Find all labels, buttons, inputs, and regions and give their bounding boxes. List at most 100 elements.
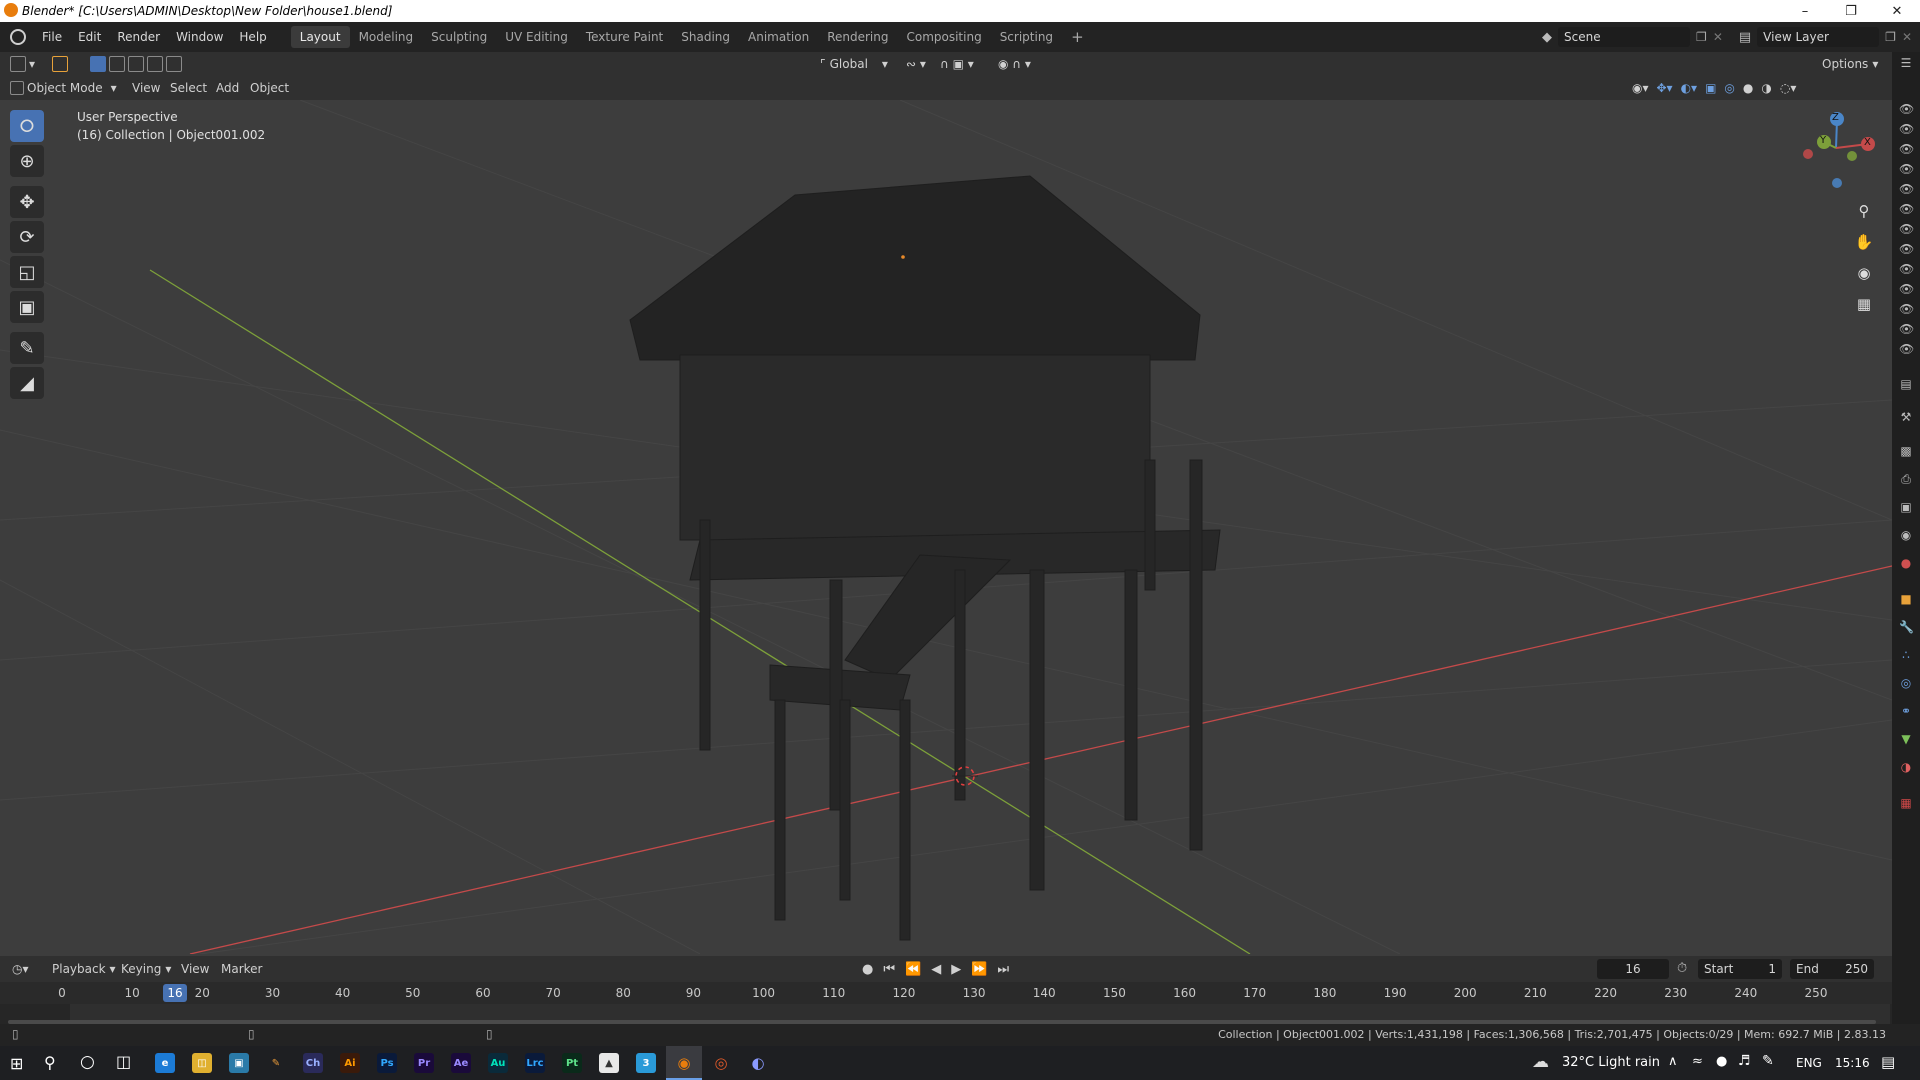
visibility-eye-icon[interactable]: 👁 — [1899, 182, 1914, 196]
move-tool[interactable]: ✥ — [10, 186, 44, 218]
measure-tool[interactable]: ◢ — [10, 367, 44, 399]
wifi-icon[interactable]: ≈ — [1692, 1054, 1703, 1069]
select-extend-icon[interactable] — [109, 56, 125, 72]
taskbar-app-au[interactable]: Au — [488, 1053, 508, 1073]
visibility-eye-icon[interactable]: 👁 — [1899, 102, 1914, 116]
visibility-eye-icon[interactable]: 👁 — [1899, 342, 1914, 356]
chevron-up-icon[interactable]: ∧ — [1668, 1054, 1678, 1069]
editor-type-button[interactable]: ▾ — [10, 54, 35, 74]
menu-render[interactable]: Render — [109, 30, 168, 44]
modifier-properties-icon[interactable]: 🔧 — [1899, 620, 1914, 634]
overlay-toggle-icon[interactable]: ◐▾ — [1681, 81, 1698, 95]
zoom-icon[interactable]: ⚲ — [1854, 196, 1874, 227]
tool-properties-icon[interactable]: ⚒ — [1899, 410, 1913, 424]
scale-tool[interactable]: ◱ — [10, 256, 44, 288]
data-properties-icon[interactable]: ▼ — [1899, 732, 1913, 746]
tab-uv-editing[interactable]: UV Editing — [496, 26, 577, 48]
photos-app-icon[interactable]: ▣ — [229, 1053, 249, 1073]
view-layer-properties-icon[interactable]: ▣ — [1899, 500, 1913, 514]
blender-menu-icon[interactable] — [10, 29, 26, 45]
tab-modeling[interactable]: Modeling — [350, 26, 423, 48]
close-button[interactable]: ✕ — [1874, 4, 1920, 19]
timeline-menu-marker[interactable]: Marker — [221, 959, 262, 979]
weather-text[interactable]: 32°C Light rain — [1562, 1055, 1660, 1070]
menu-edit[interactable]: Edit — [70, 30, 109, 44]
jump-start-icon[interactable]: ⏮ — [883, 962, 895, 977]
tab-layout[interactable]: Layout — [290, 26, 350, 48]
stopwatch-icon[interactable]: ⏱ — [1677, 961, 1687, 976]
navigation-gizmo[interactable] — [1803, 112, 1875, 188]
visibility-icon[interactable]: ◉▾ — [1632, 81, 1649, 95]
viewport-menu-view[interactable]: View — [132, 78, 160, 98]
app-icon-orange[interactable]: ◎ — [711, 1053, 731, 1073]
taskbar-app-pr[interactable]: Pr — [414, 1053, 434, 1073]
visibility-eye-icon[interactable]: 👁 — [1899, 202, 1914, 216]
taskbar-app-lrc[interactable]: Lrc — [525, 1053, 545, 1073]
visibility-eye-icon[interactable]: 👁 — [1899, 162, 1914, 176]
outliner-icon[interactable]: ☰ — [1899, 56, 1913, 70]
viewport-menu-add[interactable]: Add — [216, 78, 239, 98]
grid-view-icon[interactable]: ▦ — [1854, 289, 1874, 320]
timeline-menu-playback[interactable]: Playback ▾ — [52, 959, 116, 979]
pan-hand-icon[interactable]: ✋ — [1854, 227, 1874, 258]
taskbar-app-ch[interactable]: Ch — [303, 1053, 323, 1073]
camera-icon[interactable]: ◉ — [1854, 258, 1874, 289]
transform-tool[interactable]: ▣ — [10, 291, 44, 323]
taskbar-app-ae[interactable]: Ae — [451, 1053, 471, 1073]
edge-browser-icon[interactable]: e — [155, 1053, 175, 1073]
tab-shading[interactable]: Shading — [672, 26, 739, 48]
timeline-menu-view[interactable]: View — [181, 959, 209, 979]
visibility-eye-icon[interactable]: 👁 — [1899, 122, 1914, 136]
world-properties-icon[interactable]: ● — [1899, 556, 1913, 570]
scene-properties-icon[interactable]: ◉ — [1899, 528, 1913, 542]
windows-start-icon[interactable]: ⊞ — [10, 1054, 23, 1073]
select-tool-button[interactable] — [52, 54, 71, 74]
particles-properties-icon[interactable]: ∴ — [1899, 648, 1913, 662]
tab-texture-paint[interactable]: Texture Paint — [577, 26, 672, 48]
tab-sculpting[interactable]: Sculpting — [422, 26, 496, 48]
cursor-tool[interactable]: ⊕ — [10, 145, 44, 177]
record-icon[interactable]: ● — [862, 962, 873, 977]
timeline-menu-keying[interactable]: Keying ▾ — [121, 959, 171, 979]
3d-viewport[interactable]: User Perspective (16) Collection | Objec… — [0, 100, 1892, 954]
search-icon[interactable]: ⚲ — [44, 1053, 56, 1072]
file-explorer-icon[interactable]: ◫ — [192, 1053, 212, 1073]
menu-window[interactable]: Window — [168, 30, 231, 44]
taskbar-app-ai[interactable]: Ai — [340, 1053, 360, 1073]
timeline-track-area[interactable] — [0, 1004, 1892, 1024]
new-view-layer-icon[interactable]: ❐ — [1885, 30, 1896, 44]
view-layer-icon[interactable]: ▤ — [1739, 30, 1751, 45]
microphone-icon[interactable]: ● — [1716, 1054, 1727, 1069]
select-invert-icon[interactable] — [147, 56, 163, 72]
speaker-icon[interactable]: ♬ — [1738, 1053, 1751, 1069]
mode-dropdown[interactable]: Object Mode ▾ — [10, 78, 117, 98]
app-icon-3[interactable]: 3 — [636, 1053, 656, 1073]
minimize-button[interactable]: – — [1782, 4, 1828, 19]
snap-button[interactable]: ∩ ▣ ▾ — [940, 54, 974, 74]
visibility-eye-icon[interactable]: 👁 — [1899, 282, 1914, 296]
visibility-eye-icon[interactable]: 👁 — [1899, 302, 1914, 316]
start-frame-field[interactable]: Start 1 — [1698, 959, 1782, 979]
select-subtract-icon[interactable] — [128, 56, 144, 72]
tab-animation[interactable]: Animation — [739, 26, 818, 48]
remove-view-layer-icon[interactable]: ✕ — [1902, 30, 1912, 44]
wireframe-shading-icon[interactable]: ◎ — [1724, 81, 1734, 95]
options-dropdown[interactable]: Options ▾ — [1822, 54, 1878, 74]
tab-rendering[interactable]: Rendering — [818, 26, 897, 48]
cortana-icon[interactable]: ○ — [80, 1052, 95, 1072]
annotate-tool[interactable]: ✎ — [10, 332, 44, 364]
app-icon-blue[interactable]: ◐ — [748, 1053, 768, 1073]
select-box-tool[interactable]: ⭘ — [10, 110, 44, 142]
material-shading-icon[interactable]: ◑ — [1761, 81, 1771, 95]
playhead[interactable]: 16 — [163, 984, 187, 1002]
rendered-shading-icon[interactable]: ◌▾ — [1780, 81, 1797, 95]
visibility-eye-icon[interactable]: 👁 — [1899, 262, 1914, 276]
jump-keyframe-back-icon[interactable]: ⏪ — [905, 962, 921, 977]
end-frame-field[interactable]: End 250 — [1790, 959, 1874, 979]
taskbar-app-pt[interactable]: Pt — [562, 1053, 582, 1073]
remove-scene-icon[interactable]: ✕ — [1713, 30, 1723, 44]
language-indicator[interactable]: ENG — [1796, 1056, 1822, 1070]
constraints-properties-icon[interactable]: ⚭ — [1899, 704, 1913, 718]
play-reverse-icon[interactable]: ◀ — [931, 962, 941, 977]
jump-end-icon[interactable]: ⏭ — [997, 962, 1009, 977]
